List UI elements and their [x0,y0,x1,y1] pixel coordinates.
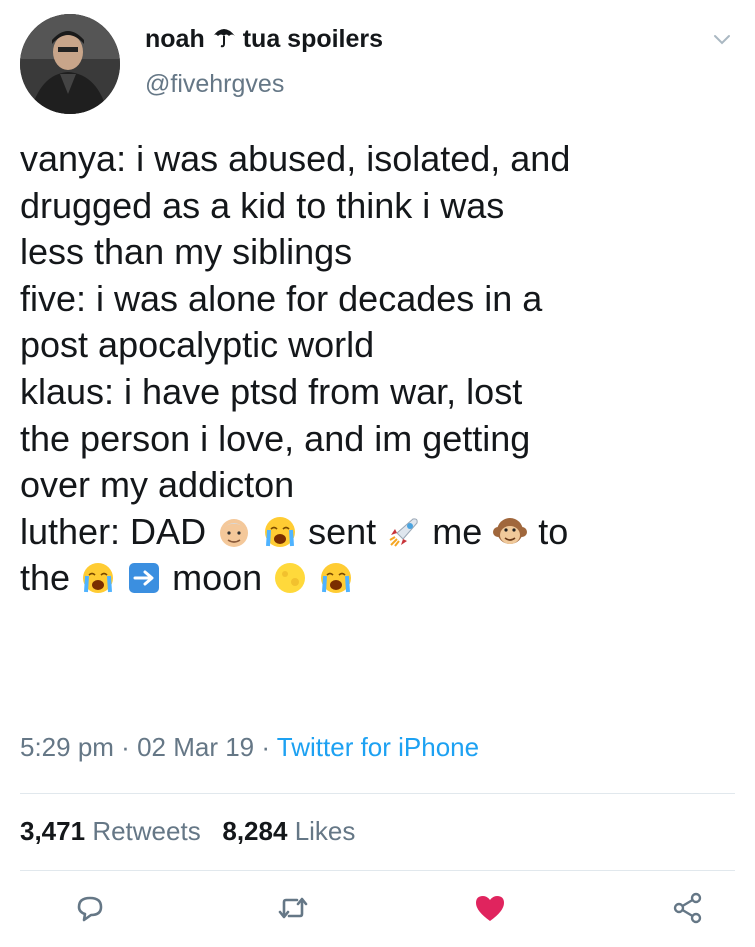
tweet-text-fragment: luther: DAD [20,510,207,552]
share-icon[interactable] [670,890,710,930]
display-name[interactable]: noah tua spoilers [145,24,383,54]
tweet-line: less than my siblings [20,231,353,273]
retweets-count: 3,471 [20,816,86,846]
reply-icon[interactable] [72,890,112,930]
tweet-line-luther: luther: DAD sent me to [20,509,735,556]
tweet-header: noah tua spoilers @fivehrgves [20,14,735,114]
monkey-emoji-icon [493,517,528,544]
tweet-text-fragment: the [20,557,71,599]
tweet-source-link[interactable]: Twitter for iPhone [277,732,479,762]
tweet-time[interactable]: 5:29 pm [20,732,114,762]
divider [20,870,735,871]
tweet-body: vanya: i was abused, isolated, and drugg… [20,136,735,602]
full-moon-emoji-icon [275,563,306,594]
tweet-line: five: i was alone for decades in a [20,277,543,319]
tweet-line: post apocalyptic world [20,324,375,366]
retweets-stat[interactable]: 3,471 Retweets [20,816,201,846]
tweet-actions [20,890,735,930]
crying-face-emoji-icon [83,563,114,594]
chevron-down-icon[interactable] [711,28,733,50]
tweet-line: over my addicton [20,464,295,506]
tweet-meta: 5:29 pm · 02 Mar 19 · Twitter for iPhone [20,732,479,763]
umbrella-icon [211,24,237,54]
tweet-line-last: the moon [20,555,735,602]
tweet-text-fragment: sent [308,510,377,552]
tweet-line: klaus: i have ptsd from war, lost [20,370,523,412]
old-man-emoji-icon [220,518,249,547]
divider [20,793,735,794]
likes-count: 8,284 [222,816,288,846]
tweet-line: drugged as a kid to think i was [20,184,505,226]
tweet-text-fragment: me [432,510,483,552]
crying-face-emoji-icon [321,563,352,594]
tweet-text-fragment: moon [172,557,263,599]
tweet-date[interactable]: 02 Mar 19 [137,732,254,762]
rocket-emoji-icon [389,518,418,547]
tweet-text-fragment: to [538,510,569,552]
likes-stat[interactable]: 8,284 Likes [222,816,355,846]
heart-icon[interactable] [472,890,512,930]
avatar[interactable] [20,14,120,114]
right-arrow-emoji-icon [129,563,160,594]
crying-face-emoji-icon [265,516,296,547]
meta-separator: · [113,732,138,762]
user-handle[interactable]: @fivehrgves [145,70,284,99]
tweet-line: the person i love, and im getting [20,417,531,459]
tweet-line: vanya: i was abused, isolated, and [20,138,571,179]
display-name-right: tua spoilers [242,24,384,53]
tweet-stats: 3,471 Retweets 8,284 Likes [20,816,355,847]
likes-label: Likes [294,816,356,846]
retweet-icon[interactable] [275,890,315,930]
meta-separator: · [254,732,277,762]
display-name-left: noah [145,24,205,53]
retweets-label: Retweets [92,816,201,846]
